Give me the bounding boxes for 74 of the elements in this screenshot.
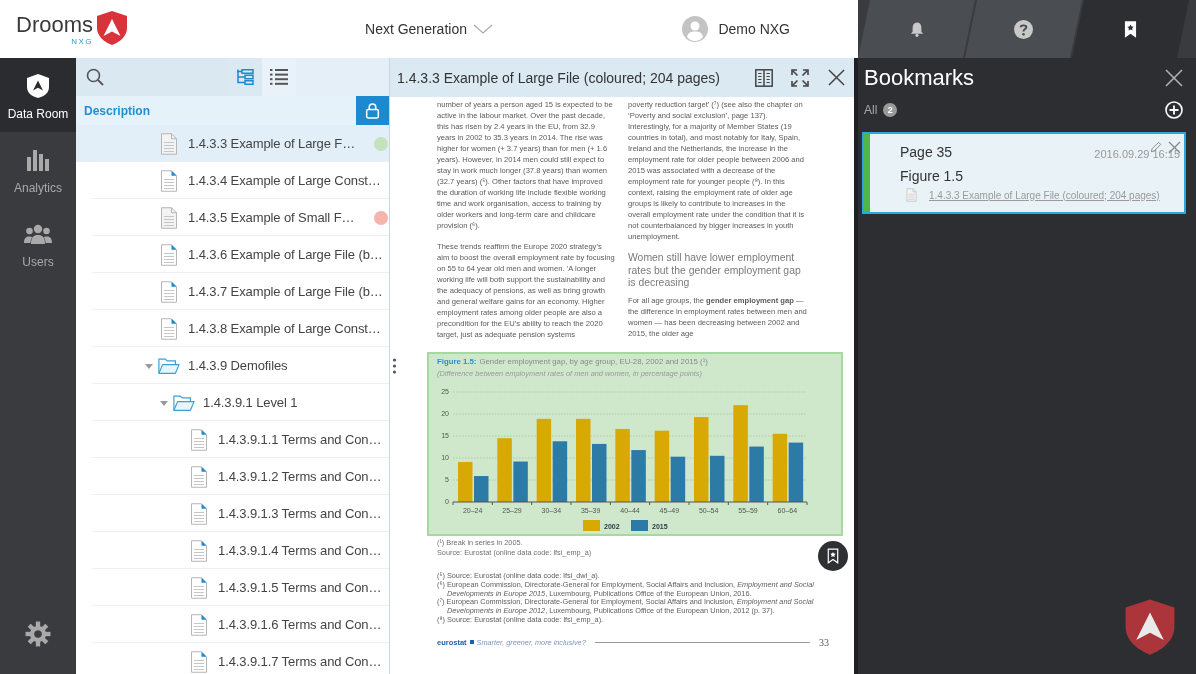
caret-icon[interactable] [160, 398, 168, 407]
shield-icon [27, 74, 49, 98]
file-item[interactable]: 1.4.3.9.1.1 Terms and Con… [76, 421, 389, 458]
help-icon [1014, 19, 1033, 39]
expand-icon [791, 68, 809, 87]
search-field[interactable] [76, 58, 228, 96]
bookmark-page: Page 35 [900, 143, 953, 161]
file-item[interactable]: 1.4.3.9.1.6 Terms and Con… [76, 606, 389, 643]
document-title: 1.4.3.3 Example of Large File (coloured; 204 pages) [397, 69, 721, 86]
file-item[interactable]: 1.4.3.3 Example of Large F… [76, 125, 389, 162]
lock-icon [365, 102, 380, 119]
file-item[interactable]: 1.4.3.9.1.4 Terms and Con… [76, 532, 389, 569]
shield-icon [96, 10, 128, 45]
folder-icon [158, 356, 180, 375]
avatar-icon [682, 16, 709, 42]
user-menu[interactable]: Demo NXG [682, 16, 790, 42]
settings-icon [25, 621, 51, 647]
section-heading: Women still have lower employment rates but the gender employment gap is decreasing [628, 252, 802, 290]
legend-swatch-icon [631, 520, 648, 531]
bookmark-icon [1124, 20, 1137, 38]
bell-icon [909, 20, 924, 38]
tree-view-icon [236, 69, 254, 85]
bookmark-card[interactable]: Page 35 2016.09.29 16:15 Figure 1.5 1.4.3.3 Example of Large File (coloured; 204 pages) [862, 132, 1186, 214]
file-item[interactable]: 1.4.3.5 Example of Small F… [76, 199, 389, 236]
shield-icon [1124, 598, 1176, 656]
settings-button[interactable] [24, 620, 52, 648]
brand-name: Drooms [16, 12, 93, 37]
drag-handle-icon[interactable] [392, 358, 397, 374]
search-icon [86, 68, 104, 86]
chart-bar [631, 450, 646, 502]
file-item[interactable]: 1.4.3.9.1.5 Terms and Con… [76, 569, 389, 606]
close-button[interactable] [1165, 69, 1183, 87]
chevron-down-icon [472, 24, 493, 34]
panel-title: Bookmarks [864, 65, 975, 91]
caret-icon[interactable] [145, 361, 153, 370]
close-icon [1165, 69, 1183, 87]
tree-view-button[interactable] [228, 58, 262, 96]
bar-chart-icon [27, 148, 49, 172]
list-view-button[interactable] [262, 58, 296, 96]
chart-bar [772, 433, 788, 502]
plus-circle-icon [1165, 101, 1183, 119]
users-icon [24, 222, 52, 246]
folder-item[interactable]: 1.4.3.9.1 Level 1 [76, 384, 389, 421]
columns-icon [755, 68, 773, 87]
folder-icon [173, 393, 195, 412]
square-icon [469, 640, 474, 645]
file-icon [906, 188, 917, 202]
file-item[interactable]: 1.4.3.6 Example of Large File (b… [76, 236, 389, 273]
bookmark-label: Figure 1.5 [900, 167, 965, 185]
project-dropdown[interactable]: Next Generation [365, 14, 493, 44]
lock-button[interactable] [356, 96, 389, 125]
file-item[interactable]: 1.4.3.9.1.3 Terms and Con… [76, 495, 389, 532]
bookmark-icon [827, 548, 839, 564]
file-item[interactable]: 1.4.3.7 Example of Large File (b… [76, 273, 389, 310]
close-icon [827, 69, 845, 86]
file-item[interactable]: 1.4.3.9.1.2 Terms and Con… [76, 458, 389, 495]
bookmark-date: 2016.09.29 16:15 [1094, 147, 1180, 161]
page-number: 33 [819, 636, 829, 648]
chart-bar [552, 441, 568, 502]
chart-bar [788, 442, 804, 502]
list-icon [270, 69, 288, 85]
legend-swatch-icon [583, 520, 600, 531]
nav-item[interactable]: Data Room [0, 58, 76, 132]
filter-tab[interactable]: All 2 [864, 103, 898, 117]
add-bookmark-button[interactable] [818, 541, 848, 571]
nav-item[interactable]: Analytics [0, 132, 76, 206]
count-badge: 2 [883, 103, 898, 117]
chart-bar [592, 443, 607, 502]
add-button[interactable] [1165, 101, 1183, 119]
file-item[interactable]: 1.4.3.8 Example of Large Const… [76, 310, 389, 347]
nav-item[interactable]: Users [0, 206, 76, 280]
folder-item[interactable]: 1.4.3.9 Demofiles [76, 347, 389, 384]
file-item[interactable]: 1.4.3.4 Example of Large Const… [76, 162, 389, 199]
brand-edition: NXG [71, 36, 93, 46]
